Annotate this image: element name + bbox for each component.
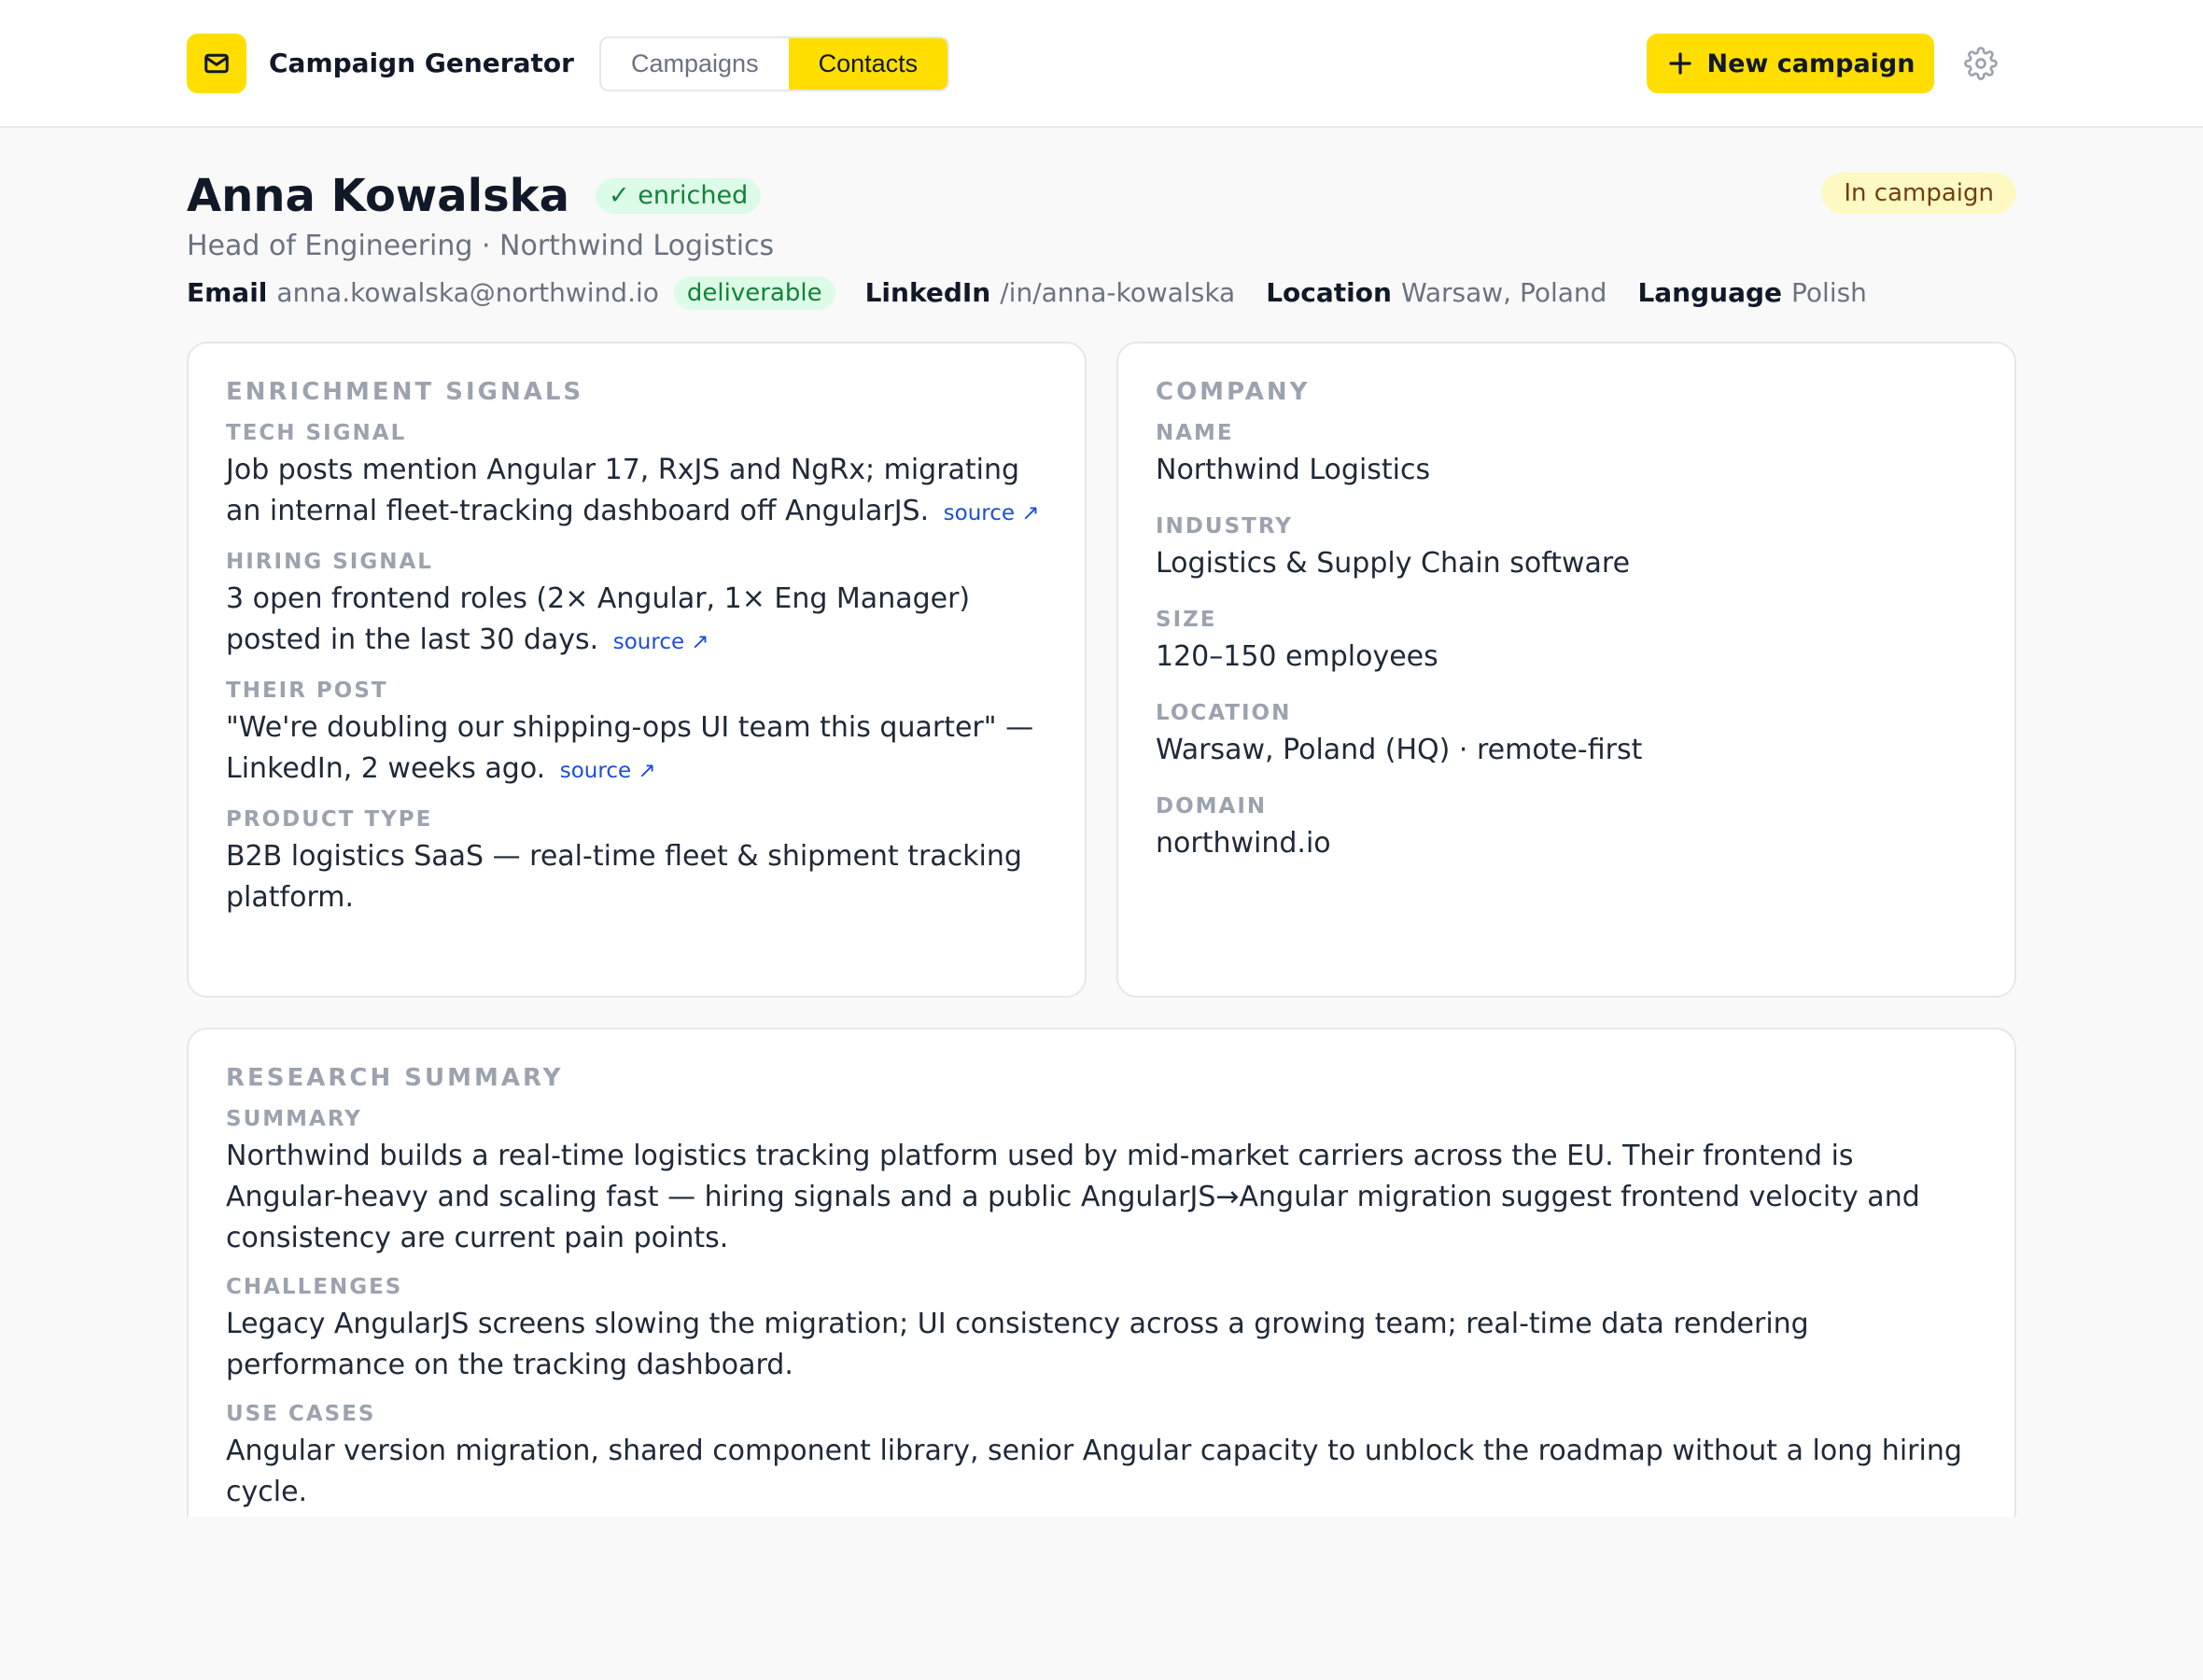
tab-contacts[interactable]: Contacts	[788, 38, 948, 90]
field-label: SUMMARY	[226, 1107, 362, 1131]
new-campaign-button[interactable]: New campaign	[1647, 34, 1934, 93]
contact-name: Anna Kowalska	[187, 170, 569, 222]
field-label: USE CASES	[226, 1402, 376, 1426]
field-text: 3 open frontend roles (2× Angular, 1× En…	[226, 582, 971, 656]
mail-icon	[204, 53, 229, 74]
field-label: SIZE	[1156, 608, 1217, 632]
new-campaign-label: New campaign	[1706, 49, 1915, 78]
field-label: DOMAIN	[1156, 794, 1268, 819]
tab-campaigns[interactable]: Campaigns	[601, 38, 789, 90]
campaign-status-badge: In campaign	[1821, 173, 2016, 214]
location-group: Location Warsaw, Poland	[1266, 274, 1607, 312]
company-industry-value: Logistics & Supply Chain software	[1156, 547, 1631, 580]
company-size-value: 120–150 employees	[1156, 640, 1438, 673]
plus-icon	[1668, 52, 1691, 75]
enriched-badge: ✓ enriched	[596, 178, 762, 214]
field-label: PRODUCT TYPE	[226, 807, 433, 832]
linkedin-group: LinkedIn /in/anna-kowalska	[865, 274, 1236, 312]
app-logo[interactable]	[187, 34, 246, 93]
use-cases-value: Angular version migration, shared compon…	[226, 1435, 1962, 1508]
linkedin-label: LinkedIn	[864, 277, 991, 308]
enrichment-signals-card: ENRICHMENT SIGNALS TECH SIGNAL Job posts…	[187, 342, 1087, 998]
card-title: COMPANY	[1156, 378, 1311, 406]
company-location-value: Warsaw, Poland (HQ) · remote-first	[1156, 734, 1643, 766]
source-link[interactable]: source ↗	[613, 630, 709, 654]
app-title: Campaign Generator	[269, 48, 574, 78]
research-summary-card: RESEARCH SUMMARY SUMMARY Northwind build…	[187, 1028, 2016, 1517]
tech-signal-value: Job posts mention Angular 17, RxJS and N…	[226, 450, 1047, 534]
field-label: HIRING SIGNAL	[226, 550, 433, 574]
field-label: THEIR POST	[226, 679, 388, 703]
card-title: ENRICHMENT SIGNALS	[226, 378, 584, 406]
field-label: LOCATION	[1156, 701, 1292, 725]
language-group: Language Polish	[1637, 274, 1867, 312]
field-label: CHALLENGES	[226, 1275, 403, 1299]
their-post-value: "We're doubling our shipping-ops UI team…	[226, 707, 1047, 791]
field-label: TECH SIGNAL	[226, 421, 407, 445]
company-card: COMPANY NAME Northwind Logistics INDUSTR…	[1116, 342, 2016, 998]
top-bar: Campaign Generator Campaigns Contacts Ne…	[0, 0, 2203, 128]
contact-meta: Email anna.kowalska@northwind.io deliver…	[187, 274, 2016, 312]
source-link[interactable]: source ↗	[944, 501, 1040, 525]
email-label: Email	[187, 277, 268, 308]
location-label: Location	[1266, 277, 1392, 308]
hiring-signal-value: 3 open frontend roles (2× Angular, 1× En…	[226, 579, 1047, 663]
deliverable-badge: deliverable	[673, 276, 835, 310]
language-label: Language	[1637, 277, 1783, 308]
field-text: Job posts mention Angular 17, RxJS and N…	[226, 454, 1020, 527]
email-value[interactable]: anna.kowalska@northwind.io	[276, 274, 659, 312]
email-group: Email anna.kowalska@northwind.io deliver…	[187, 274, 835, 312]
contact-role: Head of Engineering · Northwind Logistic…	[187, 230, 775, 262]
contact-header: Anna Kowalska ✓ enriched In campaign Hea…	[187, 168, 2016, 312]
product-type-value: B2B logistics SaaS — real-time fleet & s…	[226, 840, 1022, 914]
company-domain-value: northwind.io	[1156, 827, 1331, 860]
language-value: Polish	[1791, 277, 1867, 308]
main-tabs: Campaigns Contacts	[599, 36, 950, 91]
summary-value: Northwind builds a real-time logistics t…	[226, 1140, 1920, 1254]
location-value: Warsaw, Poland	[1400, 277, 1607, 308]
company-name-value: Northwind Logistics	[1156, 454, 1431, 486]
source-link[interactable]: source ↗	[560, 759, 656, 783]
linkedin-value[interactable]: /in/anna-kowalska	[1000, 274, 1235, 312]
challenges-value: Legacy AngularJS screens slowing the mig…	[226, 1308, 1809, 1381]
card-title: RESEARCH SUMMARY	[226, 1064, 564, 1092]
gear-icon[interactable]	[1964, 47, 1998, 80]
field-label: INDUSTRY	[1156, 514, 1293, 539]
field-label: NAME	[1156, 421, 1234, 445]
